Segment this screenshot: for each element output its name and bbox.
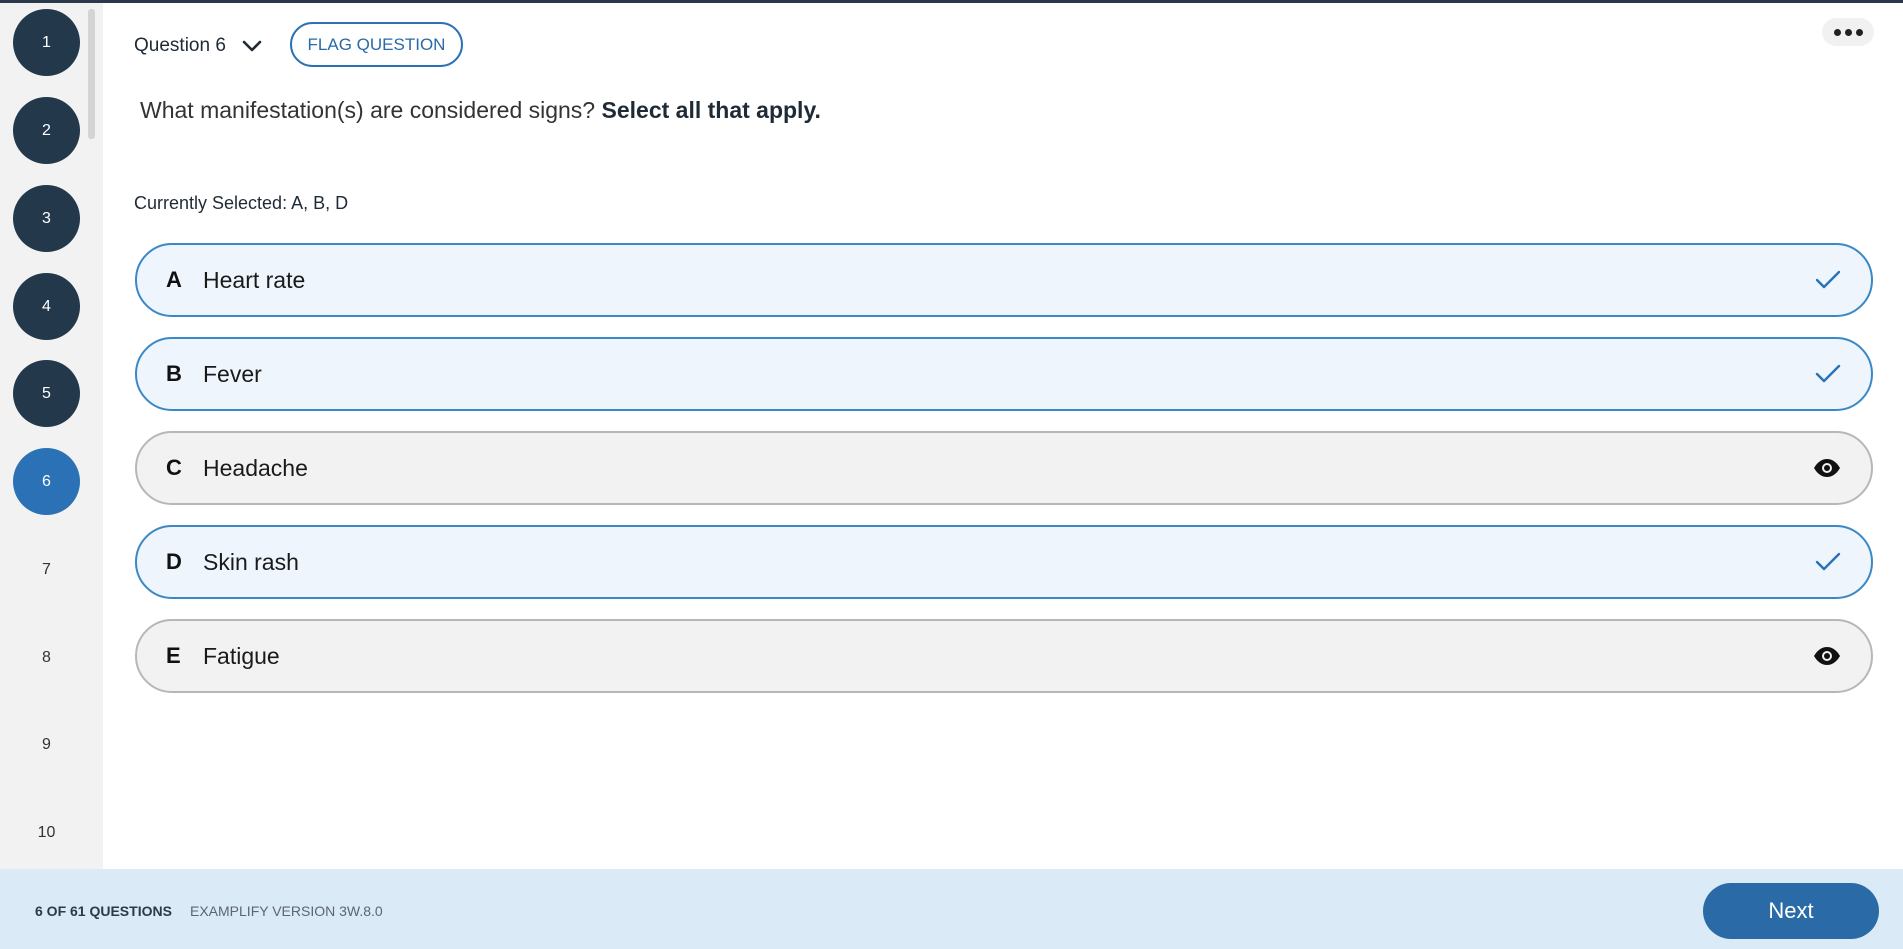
option-letter: A	[166, 267, 182, 292]
footer-bar: 6 OF 61 QUESTIONS EXAMPLIFY VERSION 3W.8…	[0, 869, 1903, 949]
chevron-down-icon	[242, 40, 262, 52]
option-text: Fatigue	[203, 642, 280, 669]
eye-icon[interactable]	[1813, 647, 1841, 665]
answer-option-c[interactable]: C Headache	[135, 431, 1873, 505]
question-instruction: Select all that apply.	[601, 97, 821, 123]
check-icon	[1815, 364, 1841, 384]
question-nav-5[interactable]: 5	[13, 360, 80, 427]
app-version: EXAMPLIFY VERSION 3W.8.0	[190, 903, 383, 919]
question-count: 6 OF 61 QUESTIONS	[35, 903, 172, 919]
option-letter: C	[166, 455, 182, 480]
current-selection: Currently Selected: A, B, D	[134, 193, 349, 213]
question-nav-2[interactable]: 2	[13, 97, 80, 164]
question-nav-7[interactable]: 7	[13, 536, 80, 603]
more-dot-icon	[1844, 28, 1852, 36]
more-dot-icon	[1855, 28, 1863, 36]
question-nav-1[interactable]: 1	[13, 9, 80, 76]
more-dot-icon	[1833, 28, 1841, 36]
question-nav-8[interactable]: 8	[13, 624, 80, 691]
option-text: Heart rate	[203, 266, 306, 293]
option-letter: D	[166, 549, 182, 574]
question-nav-6[interactable]: 6	[13, 448, 80, 515]
answer-option-d[interactable]: D Skin rash	[135, 525, 1873, 599]
eye-icon[interactable]	[1813, 459, 1841, 477]
option-text: Skin rash	[203, 548, 299, 575]
option-text: Headache	[203, 454, 308, 481]
question-text: What manifestation(s) are considered sig…	[140, 97, 821, 124]
check-icon	[1815, 270, 1841, 290]
question-nav-9[interactable]: 9	[13, 711, 80, 778]
flag-question-button[interactable]: FLAG QUESTION	[290, 22, 463, 67]
check-icon	[1815, 552, 1841, 572]
answer-option-a[interactable]: A Heart rate	[135, 243, 1873, 317]
question-prompt: What manifestation(s) are considered sig…	[140, 97, 596, 123]
question-selector[interactable]: Question 6	[134, 30, 262, 62]
option-text: Fever	[203, 360, 262, 387]
question-nav-4[interactable]: 4	[13, 273, 80, 340]
option-letter: B	[166, 361, 182, 386]
question-selector-label: Question 6	[134, 35, 226, 56]
question-navigator: 1 2 3 4 5 6 7 8 9 10	[0, 3, 103, 869]
sidebar-scrollbar[interactable]	[88, 9, 95, 139]
question-nav-3[interactable]: 3	[13, 185, 80, 252]
question-nav-10[interactable]: 10	[13, 799, 80, 866]
answer-option-e[interactable]: E Fatigue	[135, 619, 1873, 693]
option-letter: E	[166, 643, 181, 668]
more-options-button[interactable]	[1822, 18, 1874, 46]
answer-option-b[interactable]: B Fever	[135, 337, 1873, 411]
top-border	[0, 0, 1903, 3]
next-button[interactable]: Next	[1703, 883, 1879, 939]
